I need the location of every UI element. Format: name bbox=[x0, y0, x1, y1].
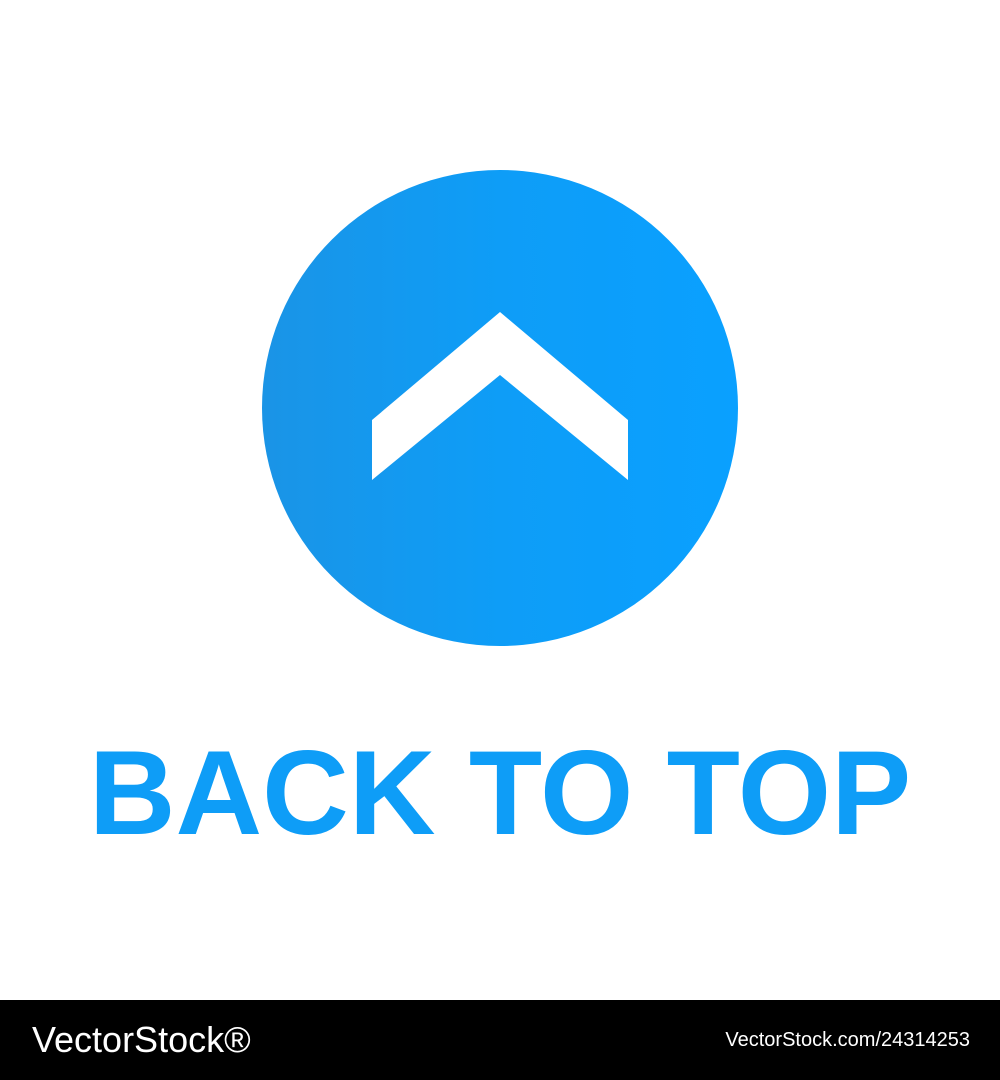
image-id-text: VectorStock.com/24314253 bbox=[725, 1029, 970, 1051]
vectorstock-logo: VectorStock® bbox=[32, 1019, 251, 1060]
icon-artboard: BACK TO TOP bbox=[0, 0, 1000, 1000]
back-to-top-label: BACK TO TOP bbox=[88, 726, 912, 860]
watermark-bar: VectorStock® VectorStock.com/24314253 bbox=[0, 1000, 1000, 1080]
back-to-top-button[interactable] bbox=[262, 170, 738, 646]
chevron-up-icon bbox=[372, 312, 628, 480]
